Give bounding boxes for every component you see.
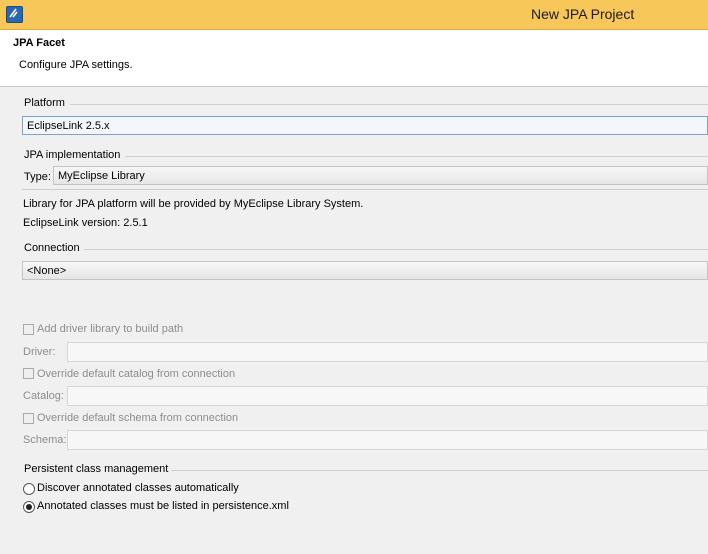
persistent-group-label: Persistent class management — [24, 463, 169, 475]
type-label: Type: — [24, 171, 51, 183]
listed-label: Annotated classes must be listed in pers… — [37, 500, 289, 512]
add-driver-label: Add driver library to build path — [37, 323, 184, 335]
override-schema-checkbox[interactable] — [23, 413, 34, 424]
implementation-separator — [125, 156, 708, 157]
page-title: JPA Facet — [13, 37, 65, 49]
discover-radio[interactable] — [23, 483, 35, 495]
persistent-separator — [171, 470, 708, 471]
platform-separator — [70, 104, 708, 105]
type-combo[interactable]: MyEclipse Library — [53, 166, 708, 185]
discover-label: Discover annotated classes automatically — [37, 482, 239, 494]
implementation-group-label: JPA implementation — [24, 149, 121, 161]
schema-label: Schema: — [23, 434, 67, 446]
override-catalog-label: Override default catalog from connection — [37, 368, 236, 380]
implementation-inner-separator — [22, 189, 708, 190]
connection-group-label: Connection — [24, 242, 80, 254]
page-description: Configure JPA settings. — [19, 59, 133, 71]
connection-separator — [84, 249, 708, 250]
connection-combo[interactable]: <None> — [22, 261, 708, 280]
listed-radio[interactable] — [23, 501, 35, 513]
override-catalog-checkbox[interactable] — [23, 368, 34, 379]
driver-label: Driver: — [23, 346, 56, 358]
schema-field[interactable] — [67, 430, 708, 450]
myeclipse-icon — [6, 6, 23, 23]
catalog-field[interactable] — [67, 386, 708, 406]
implementation-info-line2: EclipseLink version: 2.5.1 — [23, 217, 148, 229]
platform-group-label: Platform — [24, 97, 65, 109]
platform-combo[interactable]: EclipseLink 2.5.x — [22, 116, 708, 135]
catalog-label: Catalog: — [23, 390, 64, 402]
add-driver-checkbox[interactable] — [23, 324, 34, 335]
override-schema-label: Override default schema from connection — [37, 412, 239, 424]
implementation-info-line1: Library for JPA platform will be provide… — [23, 198, 364, 210]
driver-field[interactable] — [67, 342, 708, 362]
window-title: New JPA Project — [531, 6, 635, 22]
